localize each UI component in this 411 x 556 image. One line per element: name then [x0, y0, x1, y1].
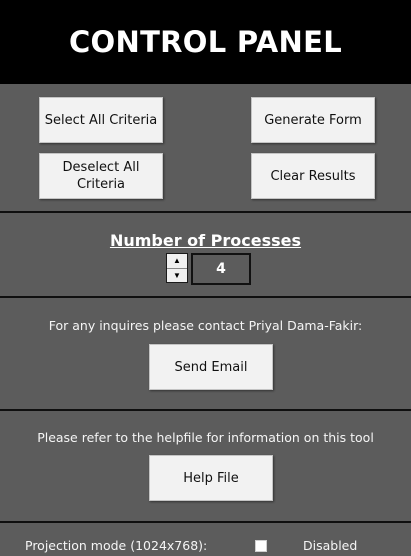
projection-mode-status: Disabled [303, 538, 358, 553]
clear-results-button[interactable]: Clear Results [251, 153, 375, 199]
spin-up-icon[interactable]: ▲ [167, 254, 187, 268]
section-divider [0, 409, 411, 411]
processes-value[interactable]: 4 [191, 253, 251, 285]
title-bar: CONTROL PANEL [0, 0, 411, 84]
section-divider [0, 521, 411, 523]
processes-spinner[interactable]: ▲ ▼ [166, 253, 188, 283]
projection-mode-label: Projection mode (1024x768): [25, 538, 208, 553]
processes-heading: Number of Processes [109, 231, 302, 250]
spin-down-icon[interactable]: ▼ [167, 267, 187, 282]
select-all-criteria-button[interactable]: Select All Criteria [39, 97, 163, 143]
section-divider [0, 296, 411, 298]
page-title: CONTROL PANEL [68, 25, 343, 59]
help-text: Please refer to the helpfile for informa… [37, 430, 374, 445]
control-panel: CONTROL PANEL Select All Criteria Genera… [0, 0, 411, 556]
contact-text: For any inquires please contact Priyal D… [48, 318, 363, 333]
deselect-all-criteria-button[interactable]: Deselect All Criteria [39, 153, 163, 199]
section-divider [0, 211, 411, 213]
help-file-button[interactable]: Help File [149, 455, 273, 501]
projection-mode-checkbox[interactable] [255, 540, 267, 552]
send-email-button[interactable]: Send Email [149, 344, 273, 390]
generate-form-button[interactable]: Generate Form [251, 97, 375, 143]
